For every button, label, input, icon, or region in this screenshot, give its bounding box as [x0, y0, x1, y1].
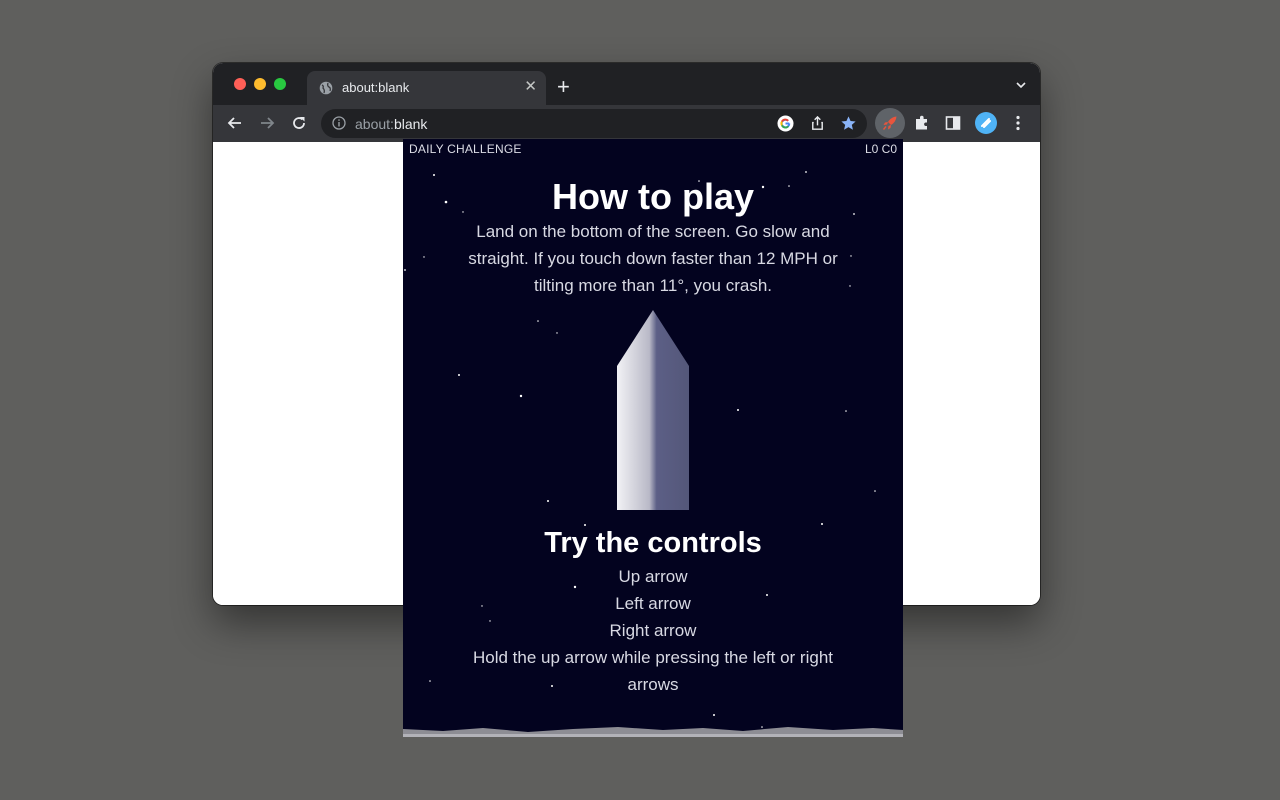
profile-avatar[interactable] — [975, 112, 997, 134]
globe-icon — [319, 81, 333, 95]
google-icon[interactable] — [777, 115, 794, 132]
lunar-ground — [403, 727, 903, 737]
controls-list: Up arrow Left arrow Right arrow Hold the… — [453, 563, 853, 698]
reload-icon[interactable] — [290, 114, 308, 132]
control-right: Right arrow — [609, 621, 697, 640]
title-bar: about:blank ✕ + — [213, 63, 1040, 105]
rocket-icon — [882, 116, 897, 130]
avatar-icon — [981, 118, 991, 128]
instructions-text: Land on the bottom of the screen. Go slo… — [468, 222, 838, 295]
controls-heading: Try the controls — [544, 527, 762, 559]
tab-close-icon[interactable]: ✕ — [524, 78, 537, 96]
level-counter: L0 C0 — [864, 142, 897, 156]
chevron-down-icon[interactable] — [1016, 80, 1026, 90]
page-title: How to play — [551, 176, 754, 217]
rocket-lander — [617, 310, 689, 510]
rocket-extension-button[interactable] — [875, 108, 905, 138]
address-bar[interactable]: about:blank — [321, 109, 867, 138]
new-tab-button[interactable]: + — [557, 76, 570, 98]
puzzle-icon[interactable] — [913, 114, 931, 132]
close-window-button[interactable] — [234, 78, 246, 90]
forward-icon[interactable] — [258, 114, 276, 132]
info-icon[interactable] — [332, 116, 346, 130]
share-icon[interactable] — [809, 115, 826, 132]
control-up: Up arrow — [618, 567, 688, 586]
tab-about-blank[interactable]: about:blank ✕ — [307, 71, 546, 105]
mode-label: DAILY CHALLENGE — [409, 142, 522, 156]
more-menu-icon[interactable] — [1009, 114, 1027, 132]
side-panel-icon[interactable] — [944, 114, 962, 132]
game-panel[interactable]: DAILY CHALLENGE L0 C0 How to play Land o… — [403, 139, 903, 737]
control-combo: Hold the up arrow while pressing the lef… — [472, 648, 833, 694]
maximize-window-button[interactable] — [274, 78, 286, 90]
control-left: Left arrow — [615, 594, 691, 613]
tab-title: about:blank — [342, 80, 410, 95]
toolbar: about:blank — [213, 105, 1040, 142]
minimize-window-button[interactable] — [254, 78, 266, 90]
bookmark-star-icon[interactable] — [840, 115, 857, 132]
back-icon[interactable] — [226, 114, 244, 132]
url-text[interactable]: about:blank — [355, 116, 427, 132]
